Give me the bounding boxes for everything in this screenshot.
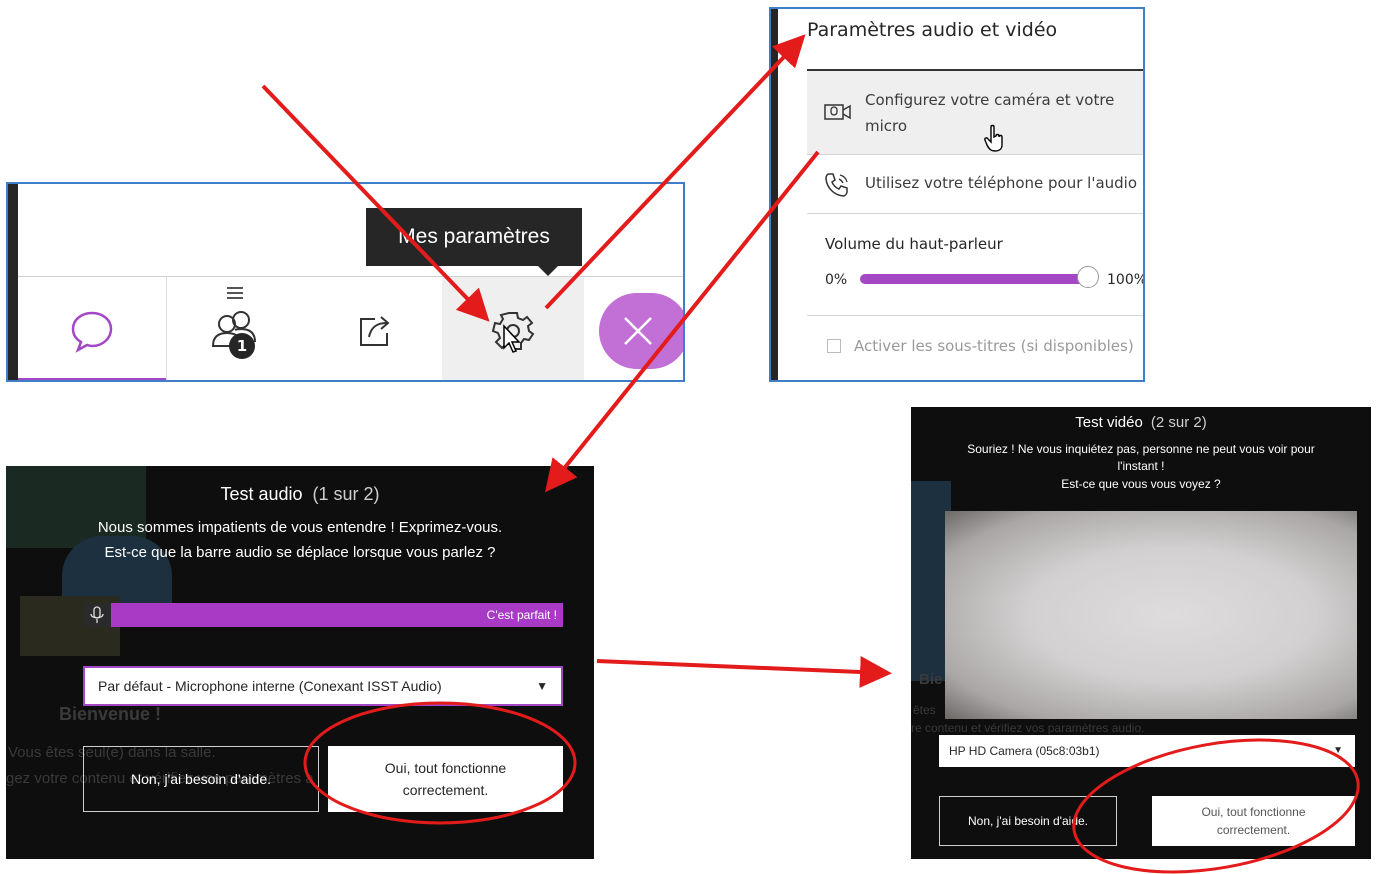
volume-max-label: 100% (1107, 272, 1145, 288)
dialog-title: Test audio (220, 484, 303, 504)
camera-select[interactable]: HP HD Camera (05c8:03b1) ▼ (939, 735, 1355, 767)
menu-item-setup-camera-mic[interactable]: Configurez votre caméra et votre micro (807, 71, 1143, 154)
volume-label: Volume du haut-parleur (825, 235, 1003, 253)
divider (807, 213, 1143, 214)
selected-microphone: Par défaut - Microphone interne (Conexan… (98, 678, 442, 694)
participants-count-badge: 1 (229, 333, 255, 359)
need-help-button[interactable]: Non, j'ai besoin d'aide. (939, 796, 1117, 846)
tooltip-text: Mes paramètres (398, 225, 550, 248)
mic-indicator (83, 603, 111, 627)
background-welcome: Bie (919, 671, 943, 688)
volume-slider-track[interactable] (860, 274, 1090, 284)
active-tab-indicator (18, 378, 166, 380)
works-correctly-button[interactable]: Oui, tout fonctionne correctement. (1152, 796, 1355, 846)
video-test-message: Souriez ! Ne vous inquiétez pas, personn… (967, 442, 1315, 456)
audio-level-bar: C'est parfait ! (111, 603, 563, 627)
microphone-select[interactable]: Par défaut - Microphone interne (Conexan… (83, 666, 563, 706)
step-indicator: (1 sur 2) (312, 484, 380, 504)
video-test-message: l'instant ! (1117, 459, 1165, 473)
background-welcome: Bienvenue ! (59, 704, 162, 724)
panel-edge (8, 184, 18, 380)
volume-slider-handle[interactable] (1077, 266, 1099, 288)
menu-handle-icon (227, 287, 243, 302)
button-label-line1: Oui, tout fonctionne (384, 760, 507, 776)
menu-item-label: micro (865, 117, 908, 135)
leave-session-button[interactable] (599, 292, 683, 369)
tab-chat[interactable] (18, 277, 167, 380)
menu-item-label: Configurez votre caméra et votre (865, 91, 1115, 109)
subtitles-checkbox[interactable] (827, 339, 841, 353)
tooltip-pointer (538, 266, 558, 276)
selected-camera: HP HD Camera (05c8:03b1) (949, 744, 1100, 758)
annotation-arrow (596, 656, 892, 688)
button-label-line2: correctement. (1216, 823, 1291, 837)
camera-preview (945, 511, 1357, 719)
video-test-dialog: Bie êtes re contenu et vérifiez vos para… (911, 407, 1371, 859)
menu-item-label: Utilisez votre téléphone pour l'audio (865, 174, 1138, 192)
volume-min-label: 0% (825, 272, 848, 288)
mouse-pointer-icon (503, 324, 521, 353)
camera-mic-icon (824, 104, 851, 120)
works-correctly-button[interactable]: Oui, tout fonctionne correctement. (328, 746, 563, 812)
menu-item-phone-audio[interactable]: Utilisez votre téléphone pour l'audio (807, 155, 1143, 213)
audio-test-title: Test audio (1 sur 2) (6, 484, 594, 505)
audio-test-message: Nous sommes impatients de vous entendre … (97, 519, 503, 536)
audio-test-question: Est-ce que la barre audio se déplace lor… (104, 544, 496, 561)
button-label: Non, j'ai besoin d'aide. (968, 814, 1088, 828)
need-help-button[interactable]: Non, j'ai besoin d'aide. (83, 746, 319, 812)
tab-participants[interactable]: 1 (167, 277, 307, 380)
video-test-title: Test vidéo (2 sur 2) (911, 414, 1371, 431)
share-icon (359, 315, 390, 346)
menu-title: Paramètres audio et vidéo (807, 19, 1058, 41)
phone-icon (825, 173, 848, 197)
background-text: êtes (913, 703, 936, 717)
audio-video-settings-menu: Paramètres audio et vidéo Configurez vot… (769, 7, 1145, 382)
panel-edge (771, 9, 778, 380)
dialog-title: Test vidéo (1075, 414, 1143, 431)
background-text: re contenu et vérifiez vos paramètres au… (911, 721, 1145, 735)
video-test-question: Est-ce que vous vous voyez ? (1061, 477, 1221, 491)
hand-cursor-icon (984, 124, 1003, 152)
tab-settings[interactable] (442, 277, 584, 380)
subtitles-label: Activer les sous-titres (si disponibles) (854, 337, 1134, 355)
microphone-icon (90, 606, 104, 623)
button-label-line2: correctement. (402, 782, 489, 798)
dropdown-arrow-icon: ▼ (1333, 745, 1343, 756)
chat-bubble-icon (71, 311, 113, 353)
dropdown-arrow-icon: ▼ (536, 679, 548, 693)
audio-level-label: C'est parfait ! (486, 608, 557, 622)
audio-test-dialog: Bienvenue ! Vous êtes seul(e) dans la sa… (6, 466, 594, 859)
button-label-line1: Oui, tout fonctionne (1201, 805, 1306, 819)
tab-leave[interactable] (594, 277, 683, 380)
button-label: Non, j'ai besoin d'aide. (131, 771, 271, 787)
toolbar-panel: Mes paramètres 1 (6, 182, 685, 382)
settings-tooltip: Mes paramètres (366, 208, 582, 276)
divider (807, 315, 1143, 316)
close-icon (624, 316, 652, 345)
step-indicator: (2 sur 2) (1150, 414, 1207, 431)
tab-share[interactable] (307, 277, 442, 380)
